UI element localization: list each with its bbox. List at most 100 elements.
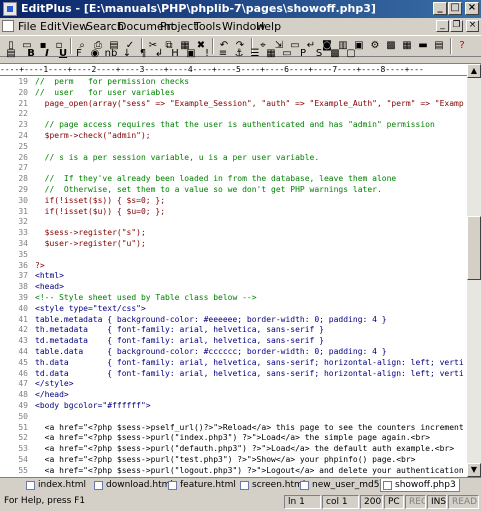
bold-icon[interactable]: B	[24, 47, 38, 61]
line-number: 41	[18, 314, 28, 324]
code-text: // s is a per session variable, u is a p…	[35, 152, 320, 162]
code-line[interactable]: 36 ?>	[0, 260, 467, 271]
status-chars: 200	[360, 495, 383, 509]
code-line[interactable]: 41 table.metadata { background-color: #ee…	[0, 314, 467, 325]
code-editor[interactable]: 19 // perm for permission checks 20 // user…	[0, 76, 467, 477]
code-line[interactable]: 29 // Otherwise, set them to a value so …	[0, 184, 467, 195]
code-line[interactable]: 32	[0, 216, 467, 227]
table-icon[interactable]: ▦	[264, 47, 278, 61]
pre-icon[interactable]: P	[296, 47, 310, 61]
rule-icon[interactable]: ≡	[216, 47, 230, 61]
code-line[interactable]: 26 // s is a per session variable, u is …	[0, 152, 467, 163]
color-icon[interactable]: ◉	[88, 47, 102, 61]
scroll-up-icon[interactable]: ▲	[467, 64, 481, 78]
code-text: <a href="<?php $sess->purl("logout.php3"…	[35, 465, 464, 475]
image-icon[interactable]: ▣	[184, 47, 198, 61]
code-text: td.metadata { font-family: arial, helvet…	[35, 336, 324, 346]
html-file-icon	[94, 481, 103, 490]
code-line[interactable]: 52 <a href="<?php $sess->purl("index.php…	[0, 432, 467, 443]
tab-index[interactable]: index.html	[24, 479, 96, 492]
app-icon[interactable]	[3, 2, 17, 16]
code-line[interactable]: 46 td.data { font-family: arial, helvetic…	[0, 368, 467, 379]
code-text: if(!isset($u)) { $u=0; };	[35, 206, 166, 216]
code-line[interactable]: 25	[0, 141, 467, 152]
tab-download[interactable]: download.html	[92, 479, 173, 492]
code-line[interactable]: 31 if(!isset($u)) { $u=0; };	[0, 206, 467, 217]
line-number: 42	[18, 325, 28, 335]
script-icon[interactable]: S	[312, 47, 326, 61]
code-line[interactable]: 55 <a href="<?php $sess->purl("logout.ph…	[0, 465, 467, 476]
code-line[interactable]: 50	[0, 411, 467, 422]
code-line[interactable]: 22	[0, 108, 467, 119]
underline-icon[interactable]: U	[56, 47, 70, 61]
mdi-minimize-button[interactable]: _	[436, 20, 449, 32]
code-line[interactable]: 45 th.data { font-family: arial, helvetic…	[0, 357, 467, 368]
menu-view[interactable]: View	[62, 20, 88, 33]
preview-icon[interactable]: ▢	[344, 47, 358, 61]
style-icon[interactable]: ▩	[328, 47, 342, 61]
code-line[interactable]: 43 td.metadata { font-family: arial, helv…	[0, 335, 467, 346]
document-icon[interactable]	[2, 20, 14, 32]
scroll-thumb[interactable]	[467, 216, 481, 280]
anchor-icon[interactable]: ⚓	[232, 47, 246, 61]
mdi-restore-button[interactable]: ❐	[450, 20, 463, 32]
code-line[interactable]: 47 </style>	[0, 378, 467, 389]
list-icon[interactable]: ☰	[248, 47, 262, 61]
line-number: 45	[18, 357, 28, 367]
menu-edit[interactable]: Edit	[40, 20, 61, 33]
code-line[interactable]: 20 // user for user variables	[0, 87, 467, 98]
code-line[interactable]: 34 $user->register("u");	[0, 238, 467, 249]
italic-icon[interactable]: I	[40, 47, 54, 61]
scroll-down-icon[interactable]: ▼	[467, 463, 481, 477]
close-button[interactable]: ×	[465, 2, 479, 15]
menu-tools[interactable]: Tools	[194, 20, 221, 33]
menu-project[interactable]: Project	[160, 20, 198, 33]
code-line[interactable]: 51 <a href="<?php $sess->pself_url()?>">…	[0, 422, 467, 433]
paragraph-icon[interactable]: ¶	[136, 47, 150, 61]
code-line[interactable]: 40 <style type="text/css">	[0, 303, 467, 314]
menu-help[interactable]: Help	[256, 20, 281, 33]
code-line[interactable]: 21 page_open(array("sess" => "Example_Se…	[0, 98, 467, 109]
tab-new-user-md5[interactable]: new_user_md5.php	[298, 479, 399, 492]
nbsp-icon[interactable]: nb	[104, 47, 118, 61]
code-line[interactable]: 28 // If they've already been loaded in …	[0, 173, 467, 184]
code-line[interactable]: 53 <a href="<?php $sess->purl("defauth.p…	[0, 443, 467, 454]
line-number: 21	[18, 98, 28, 108]
code-line[interactable]: 54 <a href="<?php $sess->purl("test.php3…	[0, 454, 467, 465]
code-line[interactable]: 38 <head>	[0, 281, 467, 292]
heading-icon[interactable]: H	[168, 47, 182, 61]
code-line[interactable]: 33 $sess->register("s");	[0, 227, 467, 238]
code-line[interactable]: 27	[0, 162, 467, 173]
menu-file[interactable]: File	[18, 20, 36, 33]
code-line[interactable]: 44 table.data { background-color: #cccccc…	[0, 346, 467, 357]
code-line[interactable]: 35	[0, 249, 467, 260]
vertical-scrollbar[interactable]: ▲ ▼	[467, 64, 481, 477]
code-line[interactable]: 39 <!-- Style sheet used by Table class b…	[0, 292, 467, 303]
maximize-button[interactable]: □	[448, 2, 462, 15]
code-line[interactable]: 30 if(!isset($s)) { $s=0; };	[0, 195, 467, 206]
mdi-close-button[interactable]: ×	[466, 20, 479, 32]
html-doc-icon[interactable]: ▤	[4, 47, 18, 61]
comment-icon[interactable]: !	[200, 47, 214, 61]
minimize-button[interactable]: _	[433, 2, 447, 15]
code-line[interactable]: 49 <body bgcolor="#ffffff">	[0, 400, 467, 411]
code-line[interactable]: 24 $perm->check("admin");	[0, 130, 467, 141]
code-text: </style>	[35, 379, 74, 389]
code-line[interactable]: 23 // page access requires that the user…	[0, 119, 467, 130]
code-line[interactable]: 19 // perm for permission checks	[0, 76, 467, 87]
status-bar: For Help, press F1 ln 1 col 1 200 PC REC…	[0, 493, 481, 511]
center-icon[interactable]: ↓	[120, 47, 134, 61]
code-text: <body bgcolor="#ffffff">	[35, 401, 151, 410]
line-number: 49	[18, 401, 28, 410]
code-line[interactable]: 48 </head>	[0, 389, 467, 400]
code-line[interactable]: 37 <html>	[0, 270, 467, 281]
code-text: if(!isset($s)) { $s=0; };	[35, 195, 166, 205]
tab-feature[interactable]: feature.html	[166, 479, 238, 492]
code-line[interactable]: 42 th.metadata { font-family: arial, helv…	[0, 324, 467, 335]
code-text: td.data { font-family: arial, helvetica,…	[35, 368, 464, 378]
break-icon[interactable]: ↲	[152, 47, 166, 61]
font-icon[interactable]: F	[72, 47, 86, 61]
tab-showoff[interactable]: showoff.php3	[380, 479, 460, 492]
form-icon[interactable]: ▭	[280, 47, 294, 61]
code-text: </head>	[35, 390, 69, 400]
